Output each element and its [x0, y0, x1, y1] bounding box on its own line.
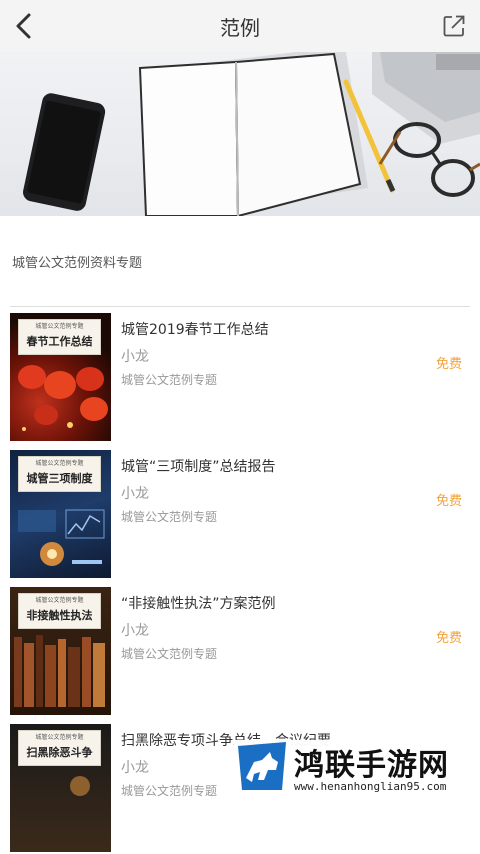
- page-title: 范例: [220, 15, 260, 40]
- share-icon[interactable]: [442, 14, 466, 38]
- item-topic: 城管公文范例专题: [121, 784, 218, 798]
- item-topic: 城管公文范例专题: [121, 373, 218, 387]
- item-topic: 城管公文范例专题: [121, 510, 218, 524]
- item-author: 小龙: [121, 486, 149, 502]
- item-title[interactable]: 城管2019春节工作总结: [121, 319, 269, 339]
- item-author: 小龙: [121, 623, 149, 639]
- thumbnail-caption: 城管公文范例专题 扫黑除恶斗争: [18, 730, 101, 766]
- watermark: 鸿联手游网 www.henanhonglian95.com: [234, 740, 480, 800]
- banner-image: [0, 52, 480, 216]
- thumbnail-caption: 城管公文范例专题 非接触性执法: [18, 593, 101, 629]
- list-item[interactable]: 城管公文范例专题 春节工作总结 城管2019春节工作总结 小龙 城管公文范例专题…: [0, 313, 480, 443]
- item-thumbnail: 城管公文范例专题 城管三项制度: [10, 450, 111, 578]
- divider: [10, 306, 470, 307]
- watermark-url: www.henanhonglian95.com: [294, 780, 447, 793]
- back-arrow-icon[interactable]: [10, 10, 40, 42]
- top-bar: 范例: [0, 0, 480, 52]
- price-badge: 免费: [435, 631, 462, 646]
- item-title[interactable]: 城管“三项制度”总结报告: [121, 456, 276, 476]
- item-thumbnail: 城管公文范例专题 非接触性执法: [10, 587, 111, 715]
- section-title: 城管公文范例资料专题: [12, 256, 143, 271]
- thumbnail-caption: 城管公文范例专题 春节工作总结: [18, 319, 101, 355]
- watermark-title: 鸿联手游网: [294, 748, 449, 783]
- item-author: 小龙: [121, 760, 149, 776]
- item-thumbnail: 城管公文范例专题 春节工作总结: [10, 313, 111, 441]
- price-badge: 免费: [435, 357, 462, 372]
- item-topic: 城管公文范例专题: [121, 647, 218, 661]
- thumbnail-caption: 城管公文范例专题 城管三项制度: [18, 456, 101, 492]
- list-item[interactable]: 城管公文范例专题 城管三项制度 城管“三项制度”总结报告 小龙 城管公文范例专题…: [0, 450, 480, 580]
- list-item[interactable]: 城管公文范例专题 非接触性执法 “非接触性执法”方案范例 小龙 城管公文范例专题…: [0, 587, 480, 717]
- item-title[interactable]: “非接触性执法”方案范例: [121, 593, 276, 613]
- horse-logo-icon: [238, 742, 286, 790]
- item-author: 小龙: [121, 349, 149, 365]
- item-thumbnail: 城管公文范例专题 扫黑除恶斗争: [10, 724, 111, 852]
- price-badge: 免费: [435, 494, 462, 509]
